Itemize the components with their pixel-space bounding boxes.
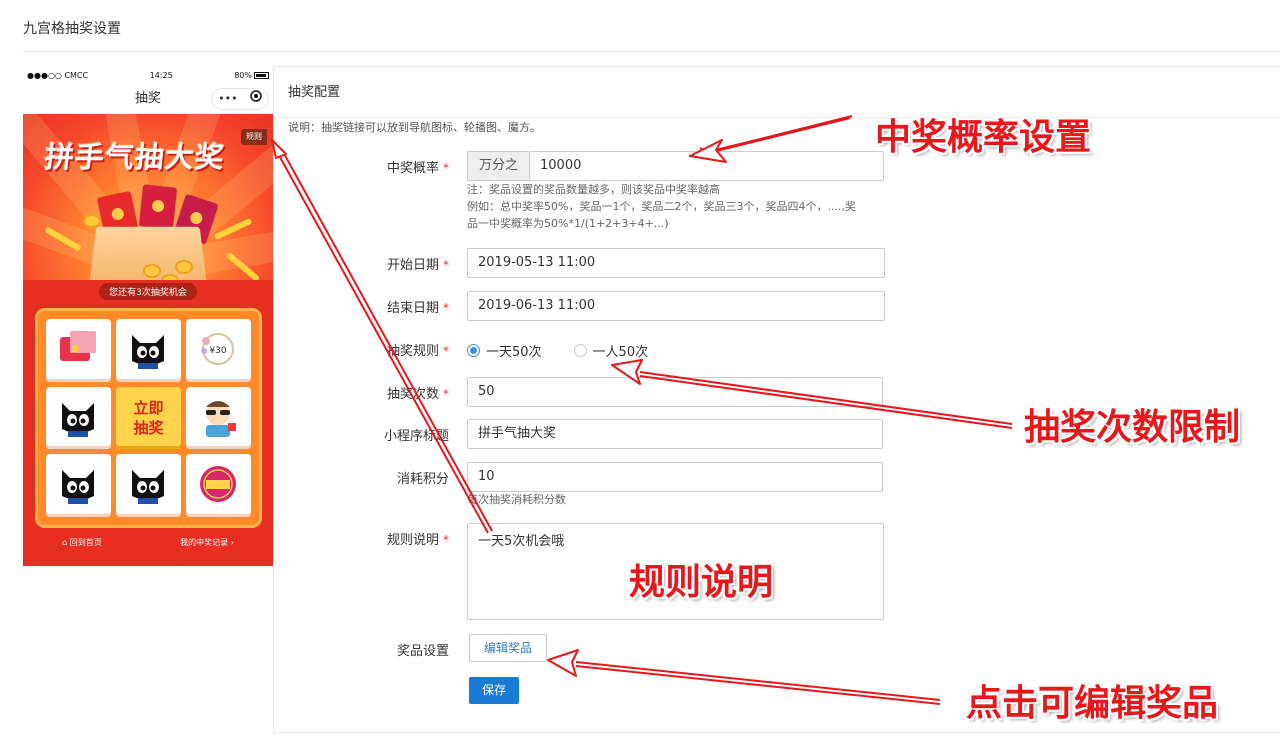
prob-input[interactable]: 10000 xyxy=(529,151,884,181)
battery-text: 80% xyxy=(234,70,252,80)
draw-button-label[interactable]: 立即 抽奖 xyxy=(133,398,163,438)
prize-cell-mascot[interactable] xyxy=(186,386,251,450)
red-envelope-prize-icon xyxy=(60,331,96,361)
required-mark: * xyxy=(443,533,449,547)
phone-nav-bar: 抽奖 ••• xyxy=(23,84,273,114)
end-date-input[interactable]: 2019-06-13 11:00 xyxy=(467,291,885,321)
prize-cell-tmall-cat[interactable] xyxy=(116,319,181,382)
rule-tag-button[interactable]: 规则 xyxy=(241,129,267,145)
home-link[interactable]: ⌂ 回到首页 xyxy=(62,537,102,548)
clock-text: 14:25 xyxy=(149,70,173,80)
start-date-label-text: 开始日期 xyxy=(386,258,439,273)
mini-title-input[interactable]: 拼手气抽大奖 xyxy=(467,419,883,449)
red-envelope-icon xyxy=(138,184,178,230)
panel-description: 说明：抽奖链接可以放到导航图标、轮播图、魔方。 xyxy=(288,121,541,134)
battery-indicator: 80% xyxy=(234,71,269,80)
home-link-label[interactable]: 回到首页 xyxy=(70,538,102,547)
capsule-menu[interactable]: ••• xyxy=(211,88,269,110)
required-mark: * xyxy=(443,301,449,315)
mascot-sunglasses-icon xyxy=(206,400,236,437)
phone-preview: ●●●○○ CMCC 14:25 80% 抽奖 ••• 拼手气抽大奖 规则 您还… xyxy=(23,66,273,566)
prob-help-line2: 例如：总中奖率50%，奖品一1个，奖品二2个，奖品三3个，奖品四4个，....,… xyxy=(467,200,856,213)
tmall-cat-icon xyxy=(132,470,164,505)
draw-button-line2[interactable]: 抽奖 xyxy=(133,418,163,438)
tmall-cat-icon xyxy=(132,335,164,369)
lottery-banner: 拼手气抽大奖 规则 xyxy=(23,114,273,300)
count-input[interactable]: 50 xyxy=(467,377,883,407)
required-mark: * xyxy=(443,344,449,358)
banner-title: 拼手气抽大奖 xyxy=(43,140,227,174)
home-icon: ⌂ xyxy=(62,538,70,547)
phone-nav-title: 抽奖 xyxy=(134,91,161,106)
phone-footer: ⌂ 回到首页 我的中奖记录 › xyxy=(23,537,273,548)
prob-label: 中奖概率 * xyxy=(274,157,449,176)
prob-label-text: 中奖概率 xyxy=(386,161,439,176)
rule-radio-per-day[interactable] xyxy=(467,344,480,357)
carrier-text: ●●●○○ CMCC xyxy=(27,70,89,80)
coin-icon xyxy=(143,264,161,278)
save-button[interactable]: 保存 xyxy=(469,677,519,704)
rule-desc-label-text: 规则说明 xyxy=(386,533,439,548)
panel-title: 抽奖配置 xyxy=(274,67,1280,118)
annotation-count: 抽奖次数限制 xyxy=(1024,407,1241,448)
prob-addon: 万分之 xyxy=(467,151,529,181)
annotation-rule: 规则说明 xyxy=(629,562,774,603)
chances-bar: 您还有3次抽奖机会 xyxy=(23,280,273,302)
edit-prize-button[interactable]: 编辑奖品 xyxy=(469,634,547,662)
close-circle-icon[interactable] xyxy=(250,88,262,110)
phone-status-bar: ●●●○○ CMCC 14:25 80% xyxy=(23,66,273,84)
tmall-cat-icon xyxy=(62,470,94,505)
coin-icon xyxy=(175,260,193,274)
annotation-prize: 点击可编辑奖品 xyxy=(966,683,1219,724)
records-link[interactable]: 我的中奖记录 › xyxy=(180,537,234,548)
rule-radio-group: 一天50次 一人50次 xyxy=(467,341,648,360)
prob-help: 注：奖品设置的奖品数量越多，则该奖品中奖率越高 例如：总中奖率50%，奖品一1个… xyxy=(467,181,856,232)
end-date-label-text: 结束日期 xyxy=(386,301,439,316)
count-label: 抽奖次数 * xyxy=(274,383,449,402)
required-mark: * xyxy=(443,161,449,175)
required-mark: * xyxy=(443,258,449,272)
records-link-label[interactable]: 我的中奖记录 xyxy=(180,538,228,547)
coin-icon xyxy=(83,214,101,228)
gift-badge-icon xyxy=(200,466,236,503)
rule-radio-per-person[interactable] xyxy=(573,344,587,357)
prize-cell-coupon[interactable]: ¥30 xyxy=(186,319,251,382)
mini-title-label: 小程序标题 xyxy=(383,429,449,444)
more-icon[interactable]: ••• xyxy=(218,88,237,110)
count-label-text: 抽奖次数 xyxy=(386,387,439,402)
prize-label: 奖品设置 xyxy=(396,644,449,659)
prize-cell-tmall-cat[interactable] xyxy=(46,386,111,450)
chevron-right-icon: › xyxy=(228,538,234,547)
rule-option-per-person[interactable]: 一人50次 xyxy=(593,341,649,360)
prize-cell-red-envelope[interactable] xyxy=(46,319,111,382)
page-title: 九宫格抽奖设置 xyxy=(23,21,121,37)
tmall-cat-icon xyxy=(62,402,94,437)
chances-text: 您还有3次抽奖机会 xyxy=(99,283,197,300)
divider xyxy=(23,51,1280,52)
draw-button-line1[interactable]: 立即 xyxy=(133,398,163,418)
prize-cell-gift-badge[interactable] xyxy=(186,454,251,517)
points-help: 每次抽奖消耗积分数 xyxy=(467,493,566,506)
svg-text:¥30: ¥30 xyxy=(209,346,226,356)
prob-help-line1: 注：奖品设置的奖品数量越多，则该奖品中奖率越高 xyxy=(467,183,720,196)
points-input[interactable]: 10 xyxy=(467,462,883,492)
end-date-label: 结束日期 * xyxy=(274,297,449,316)
battery-icon xyxy=(253,71,269,79)
page: 九宫格抽奖设置 ●●●○○ CMCC 14:25 80% 抽奖 ••• 拼手气抽… xyxy=(0,0,1280,737)
rule-label: 抽奖规则 * xyxy=(274,340,449,359)
start-date-input[interactable]: 2019-05-13 11:00 xyxy=(467,248,885,278)
coupon-prize-icon: ¥30 xyxy=(201,333,234,365)
lottery-grid: ¥30 立即 抽奖 xyxy=(35,308,262,528)
prize-cell-tmall-cat[interactable] xyxy=(46,454,111,517)
rule-option-per-day[interactable]: 一天50次 xyxy=(486,341,542,360)
rule-label-text: 抽奖规则 xyxy=(386,344,439,359)
prob-help-line3: 品一中奖概率为50%*1/(1+2+3+4+...) xyxy=(467,217,669,230)
draw-button[interactable]: 立即 抽奖 xyxy=(116,386,181,450)
rule-desc-label: 规则说明 * xyxy=(274,529,449,548)
required-mark: * xyxy=(443,387,449,401)
start-date-label: 开始日期 * xyxy=(274,254,449,273)
prize-cell-tmall-cat[interactable] xyxy=(116,454,181,517)
annotation-prob: 中奖概率设置 xyxy=(875,117,1092,158)
points-label: 消耗积分 xyxy=(396,472,449,487)
